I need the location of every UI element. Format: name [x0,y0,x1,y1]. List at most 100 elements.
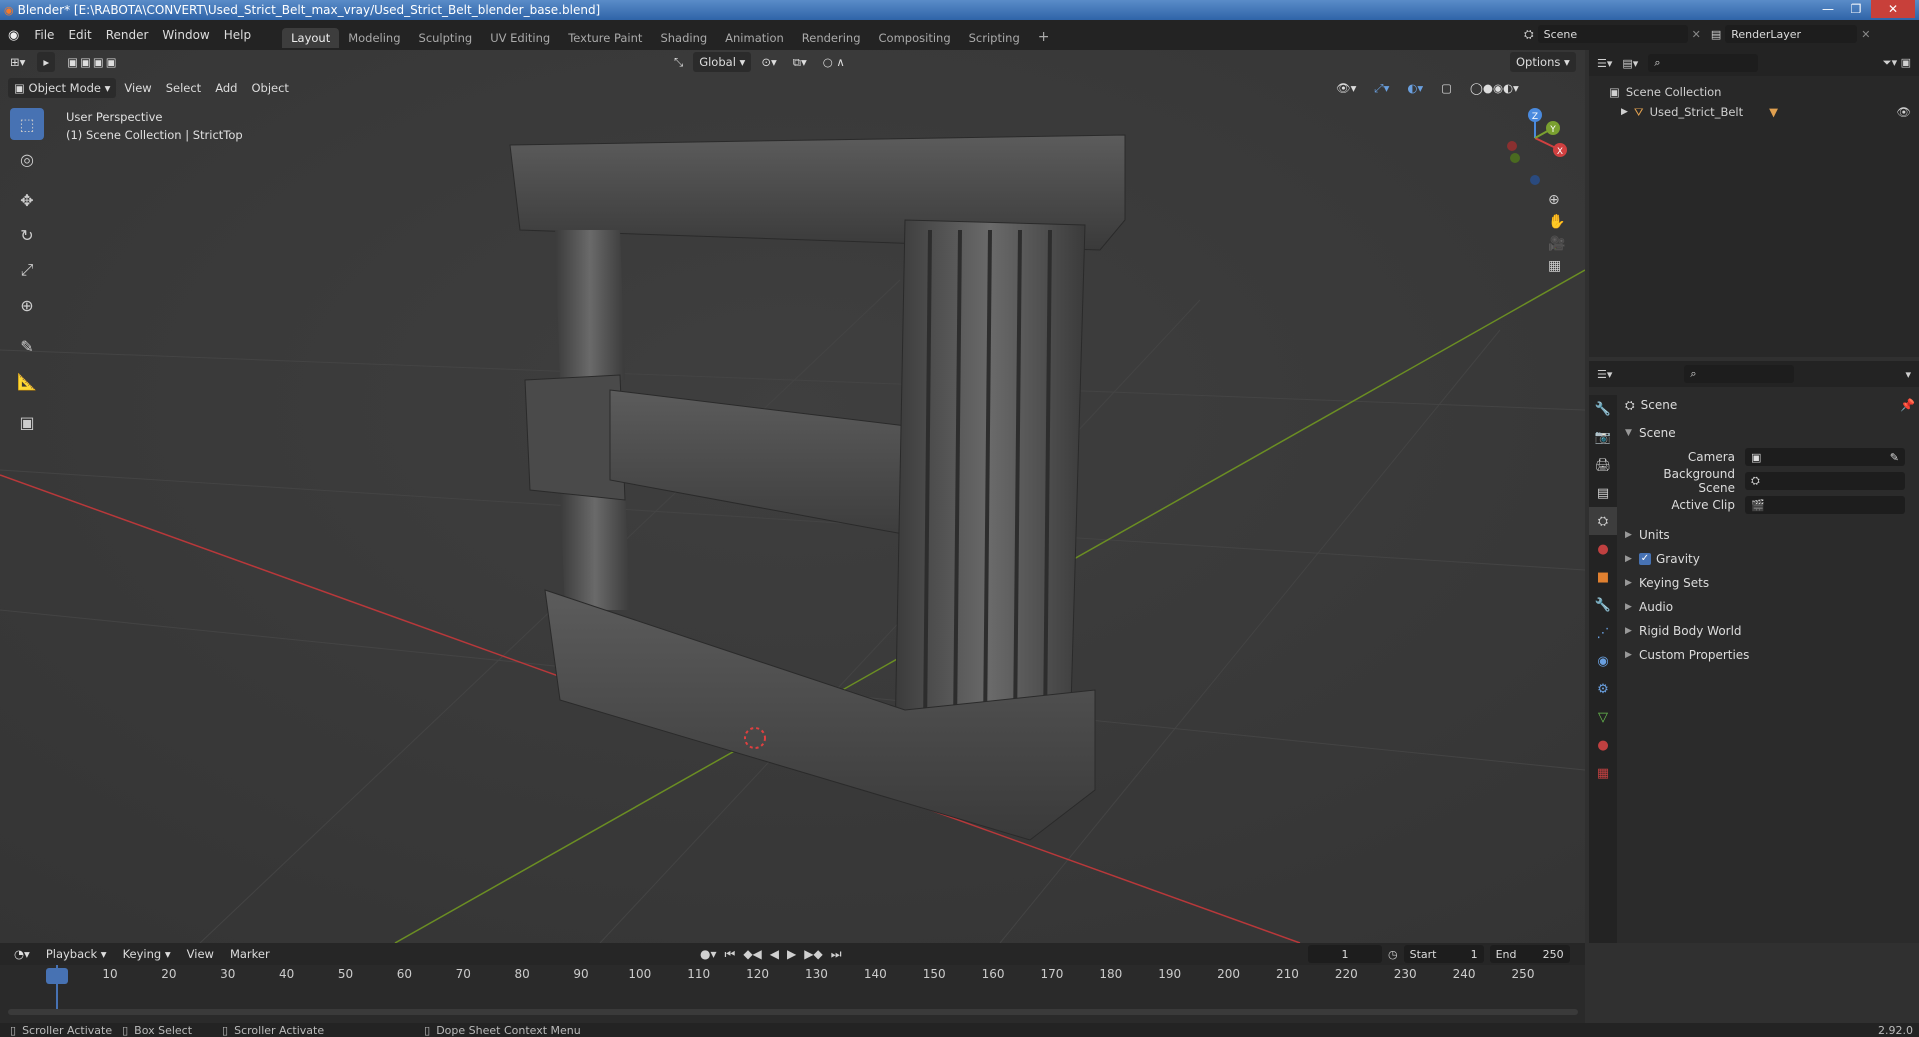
move-tool-icon[interactable]: ✥ [10,184,44,216]
output-tab-icon[interactable]: 🖨 [1589,451,1617,479]
tab-layout[interactable]: Layout [282,28,340,48]
scene-close-icon[interactable]: ✕ [1692,28,1701,41]
maximize-button[interactable]: ❐ [1843,0,1869,18]
scene-icon[interactable]: ⛭ [1524,27,1534,42]
shading-modes-icon[interactable]: ◯●◉◐▾ [1464,78,1525,98]
render-tab-icon[interactable]: 📷 [1589,423,1617,451]
xray-icon[interactable]: ▢ [1435,78,1458,98]
tab-uv-editing[interactable]: UV Editing [481,28,559,48]
outliner-editor-icon[interactable]: ☰▾ [1597,57,1612,70]
display-mode-icon[interactable]: ▤▾ [1622,57,1638,70]
expand-arrow-icon[interactable]: ▶ [1621,102,1628,122]
tab-scripting[interactable]: Scripting [960,28,1029,48]
pivot-icon[interactable]: ⊙▾ [755,52,782,72]
visibility-icon[interactable]: 👁▾ [1330,78,1362,98]
view-layer-tab-icon[interactable]: ▤ [1589,479,1617,507]
properties-search-input[interactable]: ⌕ [1684,365,1795,383]
add-workspace-icon[interactable]: + [1029,26,1059,48]
viewport-menu-add[interactable]: Add [209,78,243,98]
object-tab-icon[interactable]: ■ [1589,563,1617,591]
menu-window[interactable]: Window [155,28,216,42]
tab-modeling[interactable]: Modeling [339,28,409,48]
scene-panel-header[interactable]: ▼ Scene [1625,421,1915,445]
modifier-tab-icon[interactable]: 🔧 [1589,591,1617,619]
menu-help[interactable]: Help [217,28,258,42]
physics-tab-icon[interactable]: ◉ [1589,647,1617,675]
select-mode-icons[interactable]: ▣▣▣▣ [61,52,124,72]
mode-dropdown[interactable]: ▣ Object Mode ▾ [8,78,117,98]
custom-properties-subpanel[interactable]: ▶ Custom Properties [1625,643,1915,667]
outliner-item-used-strict-belt[interactable]: ▶ ⛛ Used_Strict_Belt ▼ 👁 [1609,102,1919,122]
renderlayer-close-icon[interactable]: ✕ [1861,28,1870,41]
transform-tool-icon[interactable]: ⊕ [10,289,44,321]
measure-tool-icon[interactable]: 📐 [10,365,44,397]
viewport-menu-view[interactable]: View [118,78,157,98]
editor-type-icon[interactable]: ⊞▾ [4,52,31,72]
pin-icon[interactable]: 📌 [1900,398,1915,412]
annotate-tool-icon[interactable]: ✎ [10,330,44,362]
tab-animation[interactable]: Animation [716,28,793,48]
transform-orientation-dropdown[interactable]: Global ▾ [693,52,752,72]
gizmo-toggle-icon[interactable]: ⤢▾ [1368,78,1395,98]
tab-rendering[interactable]: Rendering [793,28,870,48]
properties-editor-icon[interactable]: ☰▾ [1597,368,1612,381]
rotate-tool-icon[interactable]: ↻ [10,219,44,251]
blender-menu-icon[interactable]: ◉ [0,28,27,43]
tab-sculpting[interactable]: Sculpting [410,28,482,48]
gravity-subpanel[interactable]: ▶ ✓ Gravity [1625,547,1915,571]
options-dropdown[interactable]: Options ▾ [1510,52,1576,72]
menu-file[interactable]: File [27,28,61,42]
material-tab-icon[interactable]: ● [1589,731,1617,759]
overlay-toggle-icon[interactable]: ◐▾ [1401,78,1429,98]
scene-selector[interactable]: Scene [1537,25,1688,43]
ortho-grid-icon[interactable]: ▦ [1548,258,1565,274]
camera-field[interactable]: ▣ ✎ [1745,448,1905,466]
renderlayer-selector[interactable]: RenderLayer [1725,25,1858,43]
viewport-menu-object[interactable]: Object [245,78,294,98]
tab-texture-paint[interactable]: Texture Paint [559,28,651,48]
world-tab-icon[interactable]: ● [1589,535,1617,563]
visibility-eye-icon[interactable]: 👁 [1896,102,1911,122]
close-button[interactable]: ✕ [1871,0,1915,18]
eyedropper-icon[interactable]: ✎ [1890,451,1899,464]
rigid-body-world-subpanel[interactable]: ▶ Rigid Body World [1625,619,1915,643]
particles-tab-icon[interactable]: ⋰ [1589,619,1617,647]
scene-tab-icon[interactable]: ⛭ [1589,507,1617,535]
snap-icon[interactable]: ⧉▾ [787,52,813,72]
units-subpanel[interactable]: ▶ Units [1625,523,1915,547]
timeline-editor[interactable]: ◔▾ Playback ▾ Keying ▾ View Marker ●▾ ⏮ … [0,943,1585,1023]
select-box-tool-icon[interactable]: ⬚ [10,108,44,140]
properties-menu-icon[interactable]: ▾ [1905,368,1919,381]
tab-shading[interactable]: Shading [651,28,716,48]
cursor-tool-icon[interactable]: ◎ [10,143,44,175]
keying-sets-subpanel[interactable]: ▶ Keying Sets [1625,571,1915,595]
constraints-tab-icon[interactable]: ⚙ [1589,675,1617,703]
select-tool-icon[interactable]: ▸ [37,52,56,72]
proportional-edit-icon[interactable]: ○ ∧ [817,52,851,72]
orientation-icon[interactable]: ⤡ [668,52,689,72]
background-scene-field[interactable]: ⛭ [1745,472,1905,490]
texture-tab-icon[interactable]: ▦ [1589,759,1617,787]
add-cube-tool-icon[interactable]: ▣ [10,406,44,438]
outliner-scene-collection[interactable]: ▣ Scene Collection [1609,82,1919,102]
camera-view-icon[interactable]: 🎥 [1548,236,1565,252]
timeline-scrollbar[interactable] [8,1009,1578,1015]
scale-tool-icon[interactable]: ⤢ [10,254,44,286]
tab-compositing[interactable]: Compositing [870,28,960,48]
playhead-handle[interactable] [46,968,68,984]
menu-edit[interactable]: Edit [61,28,98,42]
menu-render[interactable]: Render [99,28,156,42]
tool-tab-icon[interactable]: 🔧 [1589,395,1617,423]
pan-hand-icon[interactable]: ✋ [1548,214,1565,230]
3d-viewport[interactable]: Z X Y ⊞▾ ▸ ▣▣▣▣ ⤡ Global ▾ ⊙▾ ⧉▾ ○ ∧ Opt… [0,50,1585,943]
gravity-checkbox[interactable]: ✓ [1639,553,1651,565]
data-tab-icon[interactable]: ▽ [1589,703,1617,731]
active-clip-field[interactable]: 🎬 [1745,496,1905,514]
zoom-icon[interactable]: ⊕ [1548,192,1565,208]
renderlayer-icon[interactable]: ▤ [1711,28,1721,41]
minimize-button[interactable]: — [1815,0,1841,18]
audio-subpanel[interactable]: ▶ Audio [1625,595,1915,619]
outliner-search-input[interactable]: ⌕ [1648,54,1759,72]
filter-icon[interactable]: ⏷▾ ▣ [1883,56,1919,70]
viewport-menu-select[interactable]: Select [160,78,207,98]
